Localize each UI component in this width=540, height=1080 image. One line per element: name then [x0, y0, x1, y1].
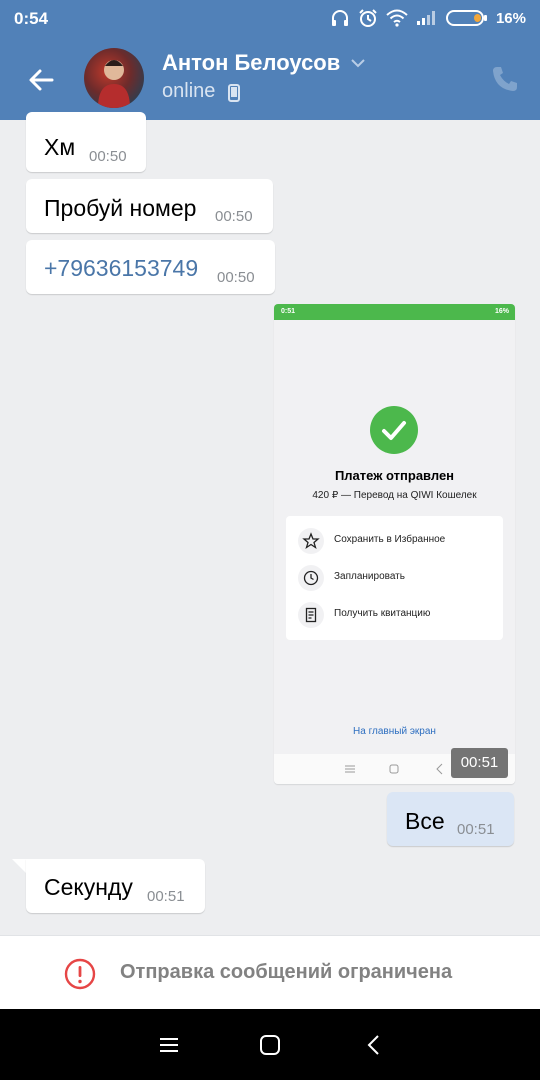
- contact-name[interactable]: Антон Белоусов: [162, 50, 340, 76]
- message-bubble-outgoing[interactable]: Все 00:51: [387, 792, 514, 846]
- back-arrow-icon[interactable]: [22, 60, 62, 100]
- battery-percent: 16%: [495, 9, 526, 27]
- payment-subtitle: 420 ₽ — Перевод на QIWI Кошелек: [312, 490, 477, 501]
- message-bubble-incoming[interactable]: +79636153749 00:50: [26, 240, 275, 294]
- home-screen-link: На главный экран: [353, 726, 436, 737]
- actions-card: Сохранить в Избранное Запланировать Полу…: [286, 516, 503, 640]
- avatar-photo-icon: [98, 60, 130, 108]
- message-text: Все: [405, 808, 445, 834]
- message-bubble-incoming[interactable]: Секунду 00:51: [26, 859, 205, 913]
- menu-icon: [345, 765, 355, 773]
- signal-icon: [416, 11, 435, 25]
- attachment-status-battery: 16%: [494, 308, 509, 315]
- messaging-restricted-bar: Отправка сообщений ограничена: [0, 935, 540, 1009]
- attachment-time: 00:51: [451, 748, 508, 778]
- system-nav-bar: [0, 1009, 540, 1080]
- status-time: 0:54: [14, 9, 49, 28]
- alarm-icon: [359, 9, 377, 27]
- mobile-device-icon: [228, 84, 240, 102]
- home-button-icon[interactable]: [258, 1033, 282, 1057]
- message-time: 00:50: [89, 148, 127, 165]
- battery-icon: [445, 10, 487, 26]
- bubble-tail: [12, 859, 26, 873]
- action-schedule: Запланировать: [298, 563, 498, 593]
- message-time: 00:51: [147, 888, 185, 905]
- success-check-icon: [370, 406, 418, 454]
- back-button-icon[interactable]: [362, 1033, 386, 1057]
- action-label: Сохранить в Избранное: [334, 534, 446, 545]
- attachment-status-bar: 0:51 16%: [274, 304, 515, 320]
- recent-apps-icon[interactable]: [157, 1033, 181, 1057]
- chevron-down-icon[interactable]: [350, 58, 366, 68]
- headphones-icon: [331, 10, 348, 26]
- receipt-icon: [298, 602, 324, 628]
- contact-presence: online: [162, 80, 216, 102]
- back-icon: [436, 763, 443, 775]
- phone-number-link[interactable]: +79636153749: [44, 255, 198, 282]
- warning-icon: [64, 958, 96, 990]
- status-icons: 16%: [330, 8, 526, 28]
- message-text: Секунду: [44, 874, 133, 900]
- message-text: Пробуй номер: [44, 195, 197, 221]
- wifi-icon: [386, 9, 408, 27]
- message-bubble-incoming[interactable]: Хм 00:50: [26, 112, 146, 172]
- action-receipt: Получить квитанцию: [298, 600, 498, 630]
- message-time: 00:51: [457, 821, 495, 838]
- status-bar: 0:54 16%: [0, 0, 540, 36]
- chat-header: Антон Белоусов online: [0, 36, 540, 120]
- payment-title: Платеж отправлен: [334, 468, 455, 483]
- restriction-text: Отправка сообщений ограничена: [120, 961, 453, 983]
- message-text: Хм: [44, 134, 76, 160]
- message-time: 00:50: [217, 269, 255, 286]
- image-attachment[interactable]: 0:51 16% Платеж отправлен 420 ₽ — Перево…: [274, 304, 515, 784]
- star-icon: [298, 528, 324, 554]
- action-label: Запланировать: [334, 571, 405, 582]
- action-label: Получить квитанцию: [334, 608, 431, 619]
- action-save-favorites: Сохранить в Избранное: [298, 526, 498, 556]
- message-time: 00:50: [215, 208, 253, 225]
- avatar[interactable]: [84, 48, 144, 108]
- call-icon[interactable]: [490, 64, 520, 94]
- clock-icon: [298, 565, 324, 591]
- message-bubble-incoming[interactable]: Пробуй номер 00:50: [26, 179, 273, 233]
- attachment-status-time: 0:51: [281, 308, 296, 315]
- home-icon: [389, 764, 399, 774]
